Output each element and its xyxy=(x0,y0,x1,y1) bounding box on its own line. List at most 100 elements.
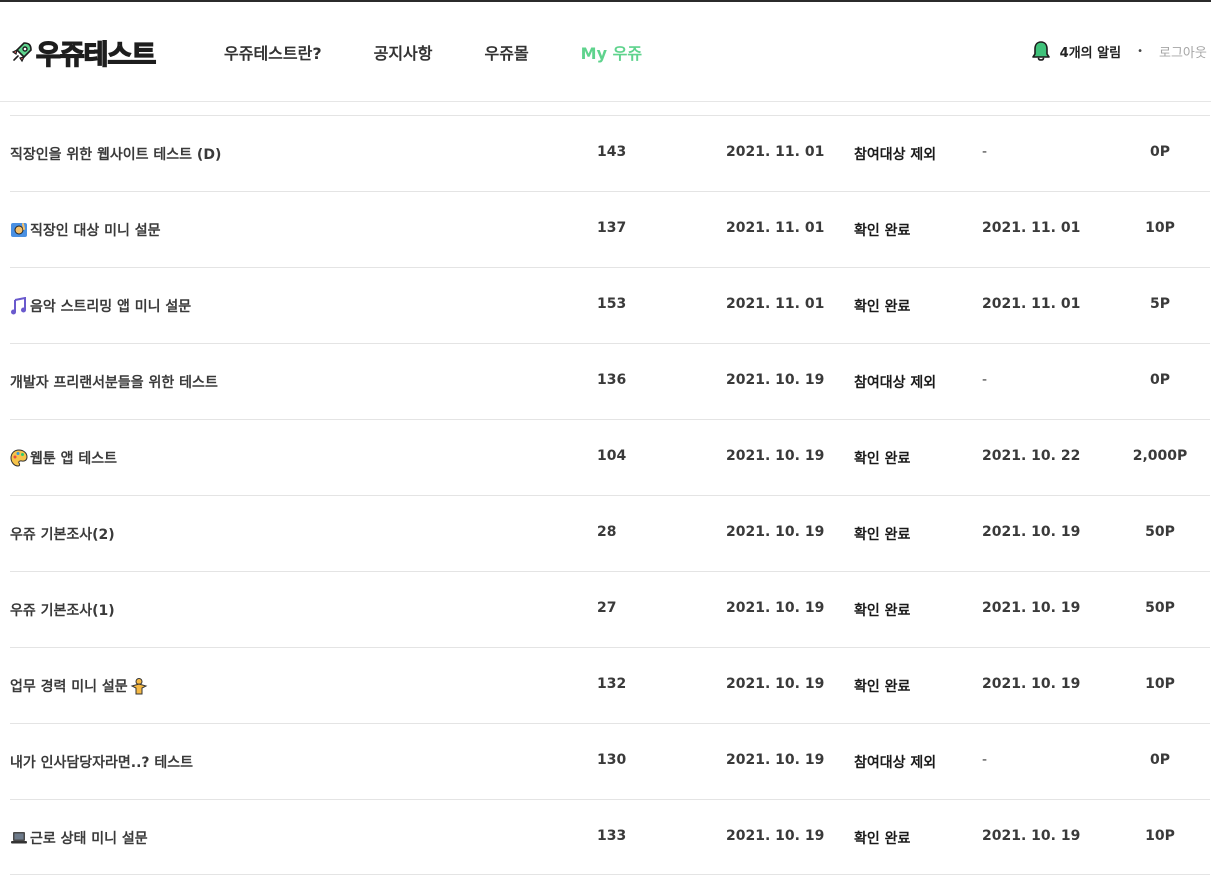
test-title-cell: 직장인을 위한 웹사이트 테스트 (D) xyxy=(10,144,221,164)
reward-point: 50P xyxy=(1145,600,1175,616)
test-date: 2021. 11. 01 xyxy=(726,220,825,236)
confirm-date: - xyxy=(982,144,988,160)
test-date: 2021. 10. 19 xyxy=(726,676,825,692)
status-label: 확인 완료 xyxy=(854,603,911,619)
participant-count: 132 xyxy=(597,676,627,692)
reward-point: 50P xyxy=(1145,524,1175,540)
confirm-date: 2021. 11. 01 xyxy=(982,220,1081,236)
nav-notice[interactable]: 공지사항 xyxy=(374,40,433,64)
rocket-logo-icon xyxy=(11,42,32,63)
status-label: 확인 완료 xyxy=(854,223,911,239)
person-icon xyxy=(130,677,148,695)
confirm-date: - xyxy=(982,752,988,768)
confirm-date: 2021. 10. 19 xyxy=(982,600,1081,616)
reward-point: 0P xyxy=(1149,372,1170,388)
reward-point: 0P xyxy=(1149,752,1170,768)
test-title: 근로 상태 미니 설문 xyxy=(30,831,148,847)
logo-text: 우쥬테스트 xyxy=(35,39,157,71)
participant-count: 143 xyxy=(597,144,627,160)
test-title-cell: 우쥬 기본조사(1) xyxy=(10,600,115,620)
music-note-icon xyxy=(10,296,28,315)
site-header: 우쥬테스트 우쥬테스트란? 공지사항 우쥬몰 My 우쥬 4개의 알림 • 로그… xyxy=(0,2,1211,102)
test-title: 음악 스트리밍 앱 미니 설문 xyxy=(30,299,192,315)
raising-hand-icon xyxy=(10,221,28,239)
notification-count-link[interactable]: 4개의 알림 xyxy=(1060,42,1121,61)
table-row[interactable]: 개발자 프리랜서분들을 위한 테스트 136 2021. 10. 19 참여대상 제외… xyxy=(10,343,1210,419)
header-user-area: 4개의 알림 • 로그아웃 xyxy=(1031,40,1211,62)
confirm-date: - xyxy=(982,372,988,388)
test-title-cell: 개발자 프리랜서분들을 위한 테스트 xyxy=(10,372,218,392)
confirm-date: 2021. 10. 19 xyxy=(982,676,1081,692)
status-label: 확인 완료 xyxy=(854,451,911,467)
participant-count: 104 xyxy=(597,448,627,464)
table-row[interactable]: 내가 인사담당자라면..? 테스트 130 2021. 10. 19 참여대상 제외 -… xyxy=(10,723,1210,799)
test-title: 업무 경력 미니 설문 xyxy=(10,679,128,695)
nav-my-wooju[interactable]: My 우쥬 xyxy=(581,40,642,64)
test-title: 직장인 대상 미니 설문 xyxy=(30,223,161,239)
test-date: 2021. 10. 19 xyxy=(726,752,825,768)
test-date: 2021. 11. 01 xyxy=(726,144,825,160)
status-label: 확인 완료 xyxy=(854,831,911,847)
participant-count: 133 xyxy=(597,828,627,844)
participant-count: 130 xyxy=(597,752,627,768)
participant-count: 136 xyxy=(597,372,627,388)
test-date: 2021. 10. 19 xyxy=(726,524,825,540)
test-title-cell: 내가 인사담당자라면..? 테스트 xyxy=(10,752,193,772)
status-label: 확인 완료 xyxy=(854,679,911,695)
test-date: 2021. 10. 19 xyxy=(726,600,825,616)
status-label: 참여대상 제외 xyxy=(854,755,937,771)
participant-count: 28 xyxy=(597,524,617,540)
test-title: 우쥬 기본조사(1) xyxy=(10,603,115,619)
status-label: 참여대상 제외 xyxy=(854,147,937,163)
bell-icon[interactable] xyxy=(1031,40,1051,62)
table-row[interactable]: 직장인 대상 미니 설문 137 2021. 11. 01 확인 완료 2021. 11… xyxy=(10,191,1210,267)
test-title-cell: 우쥬 기본조사(2) xyxy=(10,524,115,544)
nav-about[interactable]: 우쥬테스트란? xyxy=(224,40,322,64)
table-row[interactable]: 웹툰 앱 테스트 104 2021. 10. 19 확인 완료 2021. 10. 22… xyxy=(10,419,1210,495)
table-row[interactable]: 음악 스트리밍 앱 미니 설문 153 2021. 11. 01 확인 완료 2021.… xyxy=(10,267,1210,343)
reward-point: 2,000P xyxy=(1132,448,1188,464)
reward-point: 10P xyxy=(1145,828,1175,844)
test-title-cell: 웹툰 앱 테스트 xyxy=(10,448,117,468)
test-date: 2021. 10. 19 xyxy=(726,448,825,464)
participant-count: 153 xyxy=(597,296,627,312)
participant-count: 137 xyxy=(597,220,627,236)
test-title-cell: 근로 상태 미니 설문 xyxy=(10,828,148,848)
test-title-cell: 업무 경력 미니 설문 xyxy=(10,676,150,696)
test-date: 2021. 10. 19 xyxy=(726,372,825,388)
confirm-date: 2021. 11. 01 xyxy=(982,296,1081,312)
nav-mall[interactable]: 우쥬몰 xyxy=(485,40,529,64)
confirm-date: 2021. 10. 22 xyxy=(982,448,1081,464)
site-logo[interactable]: 우쥬테스트 xyxy=(10,35,157,71)
confirm-date: 2021. 10. 19 xyxy=(982,828,1081,844)
reward-point: 0P xyxy=(1149,144,1170,160)
test-date: 2021. 11. 01 xyxy=(726,296,825,312)
confirm-date: 2021. 10. 19 xyxy=(982,524,1081,540)
test-title: 웹툰 앱 테스트 xyxy=(30,451,118,467)
test-title: 개발자 프리랜서분들을 위한 테스트 xyxy=(10,375,218,391)
test-title: 직장인을 위한 웹사이트 테스트 (D) xyxy=(10,147,222,163)
palette-icon xyxy=(10,449,28,467)
test-title-cell: 음악 스트리밍 앱 미니 설문 xyxy=(10,296,191,316)
table-row[interactable]: 우쥬 기본조사(1) 27 2021. 10. 19 확인 완료 2021. 10. 1… xyxy=(10,571,1210,647)
participant-count: 27 xyxy=(597,600,617,616)
test-date: 2021. 10. 19 xyxy=(726,828,825,844)
table-row[interactable]: 근로 상태 미니 설문 133 2021. 10. 19 확인 완료 2021. 10.… xyxy=(10,799,1210,875)
reward-point: 10P xyxy=(1145,676,1175,692)
reward-point: 5P xyxy=(1149,296,1170,312)
test-title: 내가 인사담당자라면..? 테스트 xyxy=(10,755,194,771)
status-label: 참여대상 제외 xyxy=(854,375,937,391)
header-separator: • xyxy=(1137,45,1143,57)
status-label: 확인 완료 xyxy=(854,527,911,543)
table-row[interactable]: 우쥬 기본조사(2) 28 2021. 10. 19 확인 완료 2021. 10. 1… xyxy=(10,495,1210,571)
test-history-table: 직장인을 위한 웹사이트 테스트 (D) 143 2021. 11. 01 참여대상 … xyxy=(10,115,1210,875)
table-row[interactable]: 업무 경력 미니 설문 132 2021. 10. 19 확인 완료 2021. 10.… xyxy=(10,647,1210,723)
reward-point: 10P xyxy=(1145,220,1175,236)
test-title: 우쥬 기본조사(2) xyxy=(10,527,115,543)
test-title-cell: 직장인 대상 미니 설문 xyxy=(10,220,161,240)
status-label: 확인 완료 xyxy=(854,299,911,315)
logout-link[interactable]: 로그아웃 xyxy=(1159,42,1211,61)
table-row[interactable]: 직장인을 위한 웹사이트 테스트 (D) 143 2021. 11. 01 참여대상 … xyxy=(10,115,1210,191)
main-nav: 우쥬테스트란? 공지사항 우쥬몰 My 우쥬 xyxy=(224,40,694,64)
laptop-icon xyxy=(10,829,28,847)
